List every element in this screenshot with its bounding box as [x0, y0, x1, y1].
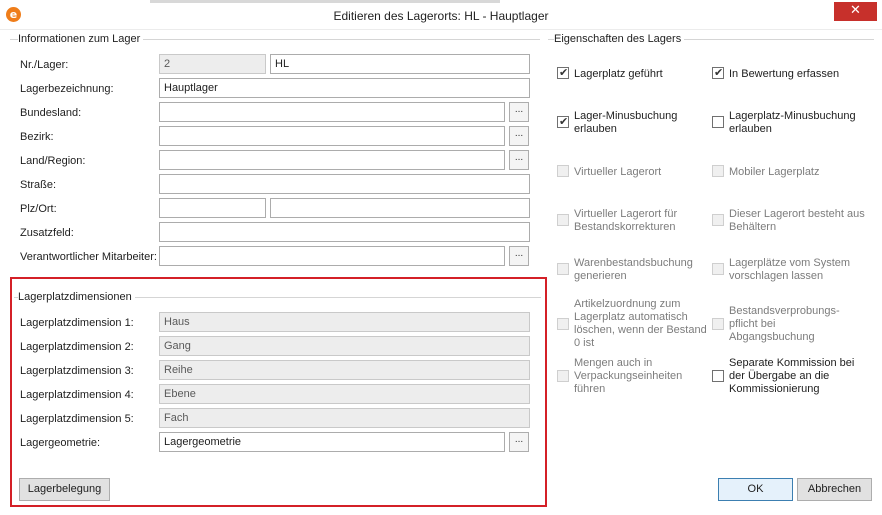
mobiler-lagerplatz-label: Mobiler Lagerplatz: [729, 166, 820, 178]
dim5-label: Lagerplatzdimension 5:: [20, 413, 134, 425]
lagerplatz-gefuehrt-label: Lagerplatz geführt: [574, 68, 663, 80]
dim1-label: Lagerplatzdimension 1:: [20, 317, 134, 329]
in-bewertung-label: In Bewertung erfassen: [729, 68, 840, 80]
occupancy-button[interactable]: Lagerbelegung: [19, 478, 110, 501]
extra-label: Zusatzfeld:: [20, 227, 74, 239]
zip-city-label: Plz/Ort:: [20, 203, 57, 215]
verpackungseinheiten-label: Mengen auch in Verpackungseinheiten führ…: [574, 357, 683, 395]
dim4-label: Lagerplatzdimension 4:: [20, 389, 134, 401]
behaeltern-checkbox: [712, 214, 724, 226]
artikelzuordnung-label: Artikelzuordnung zum Lagerplatz automati…: [574, 298, 707, 349]
separate-kommission-label: Separate Kommission bei der Übergabe an …: [729, 357, 855, 395]
street-label: Straße:: [20, 179, 57, 191]
properties-group-title: Eigenschaften des Lagers: [554, 33, 685, 45]
behaeltern-label: Dieser Lagerort besteht aus Behältern: [729, 208, 865, 233]
separate-kommission-checkbox[interactable]: [712, 370, 724, 382]
dim3-label: Lagerplatzdimension 3:: [20, 365, 134, 377]
lagerplatz-minus-checkbox[interactable]: [712, 116, 724, 128]
name-label: Lagerbezeichnung:: [20, 83, 114, 95]
background-window-strip: [150, 0, 500, 3]
district-browse-button[interactable]: ...: [509, 126, 529, 146]
bestandsverprobung-label: Bestandsverprobungs- pflicht bei Abgangs…: [729, 305, 840, 343]
lagerplatz-gefuehrt-checkbox[interactable]: [557, 66, 569, 79]
warenbestand-checkbox: [557, 263, 569, 275]
virtueller-lagerort-label: Virtueller Lagerort: [574, 166, 662, 178]
lager-minus-label: Lager-Minusbuchung erlauben: [574, 110, 678, 135]
state-browse-button[interactable]: ...: [509, 102, 529, 122]
title-bar: e Editieren des Lagerorts: HL - Hauptlag…: [0, 0, 882, 30]
virtueller-bestand-checkbox: [557, 214, 569, 226]
code-field[interactable]: HL: [270, 54, 530, 74]
vorschlagen-label: Lagerplätze vom System vorschlagen lasse…: [729, 257, 851, 282]
ok-button[interactable]: OK: [718, 478, 793, 501]
zip-field[interactable]: [159, 198, 266, 218]
bestandsverprobung-checkbox: [712, 318, 724, 330]
state-label: Bundesland:: [20, 107, 82, 119]
street-field[interactable]: [159, 174, 530, 194]
geometry-label: Lagergeometrie:: [20, 437, 101, 449]
dim2-field[interactable]: Gang: [159, 336, 530, 356]
virtueller-bestand-label: Virtueller Lagerort für Bestandskorrektu…: [574, 208, 678, 233]
nr-label: Nr./Lager:: [20, 59, 69, 71]
dim2-label: Lagerplatzdimension 2:: [20, 341, 134, 353]
city-field[interactable]: [270, 198, 530, 218]
district-label: Bezirk:: [20, 131, 54, 143]
lager-minus-checkbox[interactable]: [557, 115, 569, 128]
cancel-button[interactable]: Abbrechen: [797, 478, 872, 501]
warenbestand-label: Warenbestandsbuchung generieren: [574, 257, 693, 282]
dim3-field[interactable]: Reihe: [159, 360, 530, 380]
lagerplatz-minus-label: Lagerplatz-Minusbuchung erlauben: [729, 110, 856, 135]
info-group-title: Informationen zum Lager: [18, 33, 144, 45]
geometry-field[interactable]: Lagergeometrie: [159, 432, 505, 452]
district-field[interactable]: [159, 126, 505, 146]
name-field[interactable]: Hauptlager: [159, 78, 530, 98]
nr-field[interactable]: 2: [159, 54, 266, 74]
country-browse-button[interactable]: ...: [509, 150, 529, 170]
vorschlagen-checkbox: [712, 263, 724, 275]
extra-field[interactable]: [159, 222, 530, 242]
in-bewertung-checkbox[interactable]: [712, 66, 724, 79]
close-button[interactable]: ✕: [834, 2, 877, 21]
dim4-field[interactable]: Ebene: [159, 384, 530, 404]
geometry-browse-button[interactable]: ...: [509, 432, 529, 452]
dimensions-group-title: Lagerplatzdimensionen: [18, 291, 135, 303]
country-label: Land/Region:: [20, 155, 86, 167]
country-field[interactable]: [159, 150, 505, 170]
employee-field[interactable]: [159, 246, 505, 266]
dim5-field[interactable]: Fach: [159, 408, 530, 428]
dim1-field[interactable]: Haus: [159, 312, 530, 332]
close-icon: ✕: [850, 3, 861, 18]
state-field[interactable]: [159, 102, 505, 122]
artikelzuordnung-checkbox: [557, 318, 569, 330]
mobiler-lagerplatz-checkbox: [712, 165, 724, 177]
employee-label: Verantwortlicher Mitarbeiter:: [20, 251, 157, 263]
verpackungseinheiten-checkbox: [557, 370, 569, 382]
window-title: Editieren des Lagerorts: HL - Hauptlager: [333, 9, 549, 23]
virtueller-lagerort-checkbox: [557, 165, 569, 177]
employee-browse-button[interactable]: ...: [509, 246, 529, 266]
